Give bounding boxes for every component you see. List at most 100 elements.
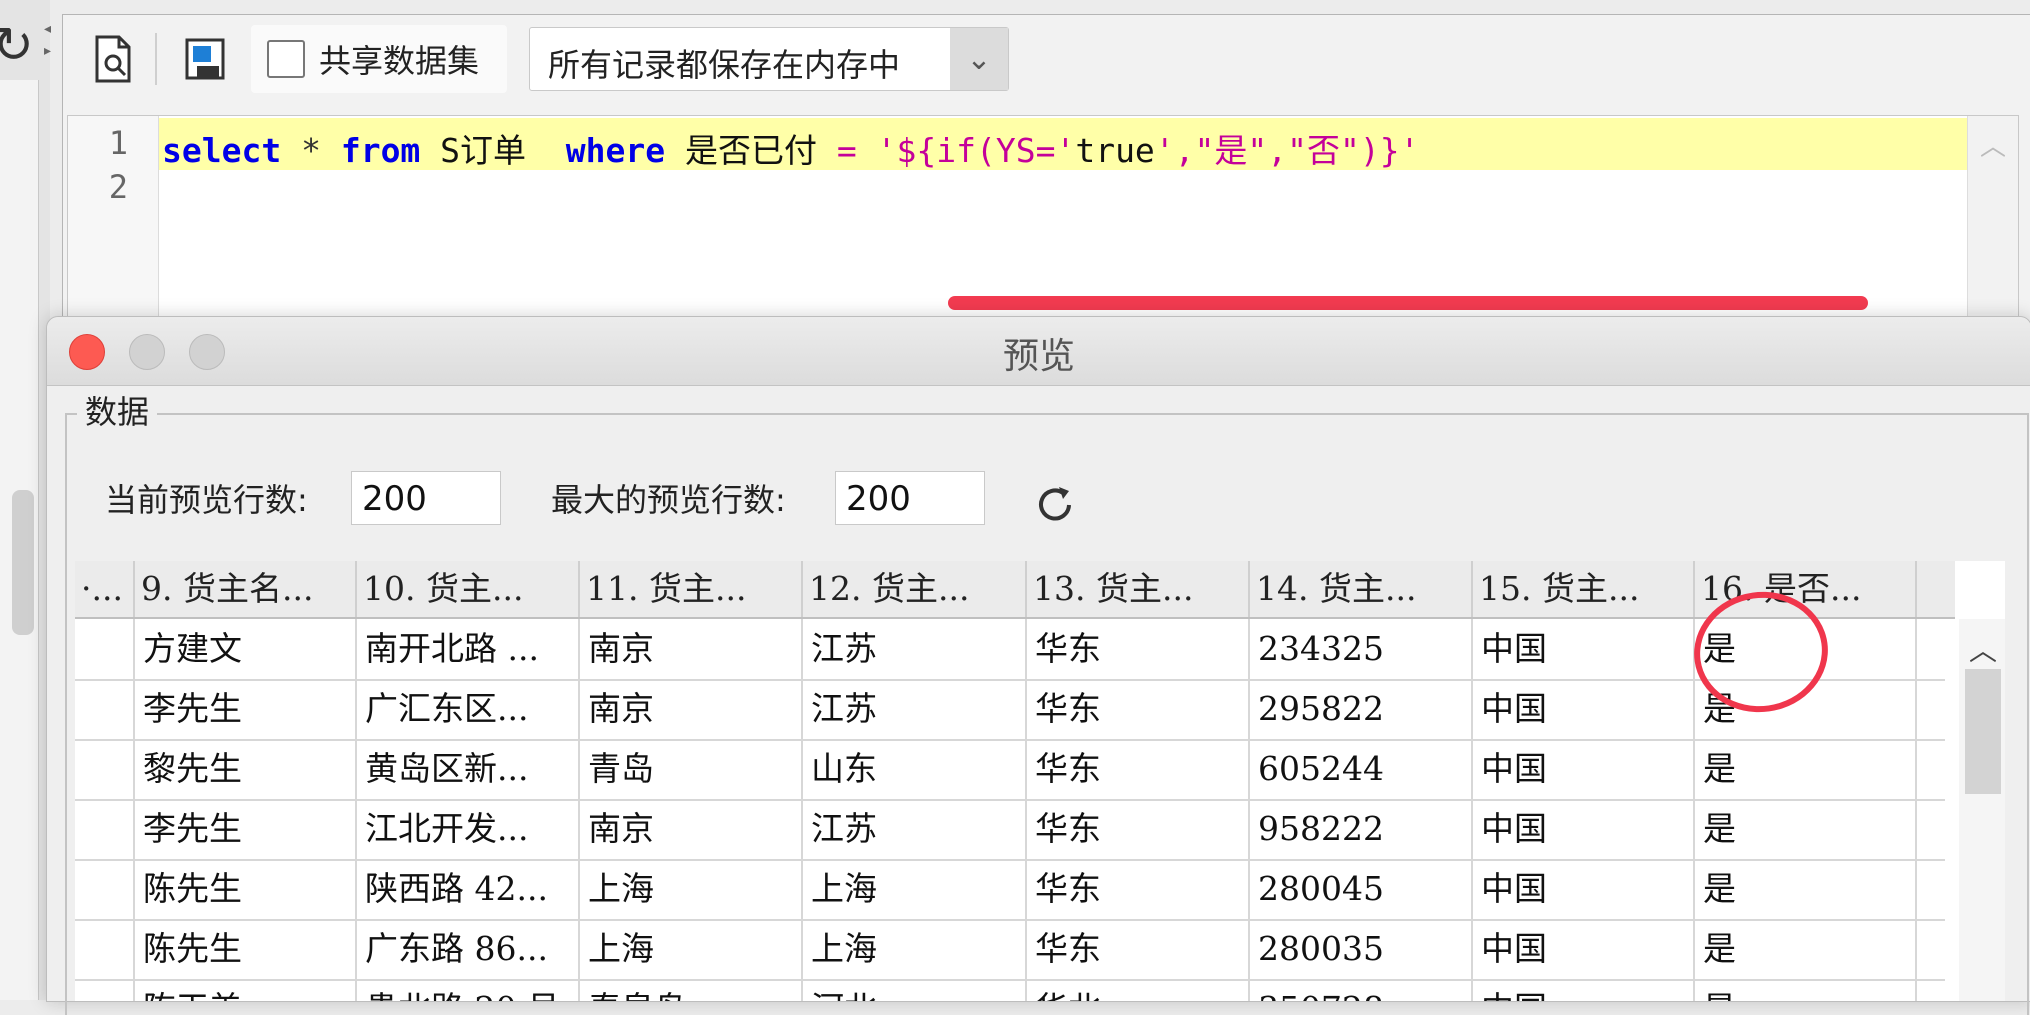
- table-cell[interactable]: 陈先生: [135, 919, 357, 979]
- left-scrollbar-thumb[interactable]: [12, 490, 34, 635]
- table-cell[interactable]: 江北开发...: [357, 799, 580, 859]
- table-cell[interactable]: 中国: [1473, 859, 1695, 919]
- column-header[interactable]: 14. 货主...: [1250, 561, 1473, 617]
- table-cell[interactable]: 华东: [1027, 679, 1250, 739]
- table-cell[interactable]: 280035: [1250, 919, 1473, 979]
- table-cell[interactable]: 陈先生: [135, 859, 357, 919]
- table-cell[interactable]: 958222: [1250, 799, 1473, 859]
- share-dataset-checkbox[interactable]: [267, 40, 305, 78]
- table-cell[interactable]: 234325: [1250, 619, 1473, 679]
- column-header[interactable]: 11. 货主...: [580, 561, 803, 617]
- max-rows-label: 最大的预览行数:: [551, 481, 786, 519]
- table-cell[interactable]: 南京: [580, 679, 803, 739]
- share-dataset-toggle[interactable]: 共享数据集: [251, 25, 507, 93]
- chevron-down-icon[interactable]: ⌄: [950, 28, 1008, 90]
- table-cell[interactable]: [75, 619, 135, 679]
- table-cell[interactable]: 方建文: [135, 619, 357, 679]
- table-cell[interactable]: [75, 979, 135, 1001]
- refresh-preview-button[interactable]: [1025, 475, 1085, 535]
- table-cell[interactable]: 中国: [1473, 739, 1695, 799]
- preview-button[interactable]: [83, 29, 143, 89]
- preview-titlebar[interactable]: 预览: [47, 317, 2030, 386]
- toolbar-separator: [155, 33, 157, 85]
- table-cell[interactable]: 中国: [1473, 679, 1695, 739]
- table-scrollbar-thumb[interactable]: [1965, 669, 2001, 794]
- table-cell[interactable]: 广东路 86...: [357, 919, 580, 979]
- table-cell[interactable]: 是: [1695, 979, 1917, 1001]
- column-header[interactable]: 15. 货主...: [1473, 561, 1695, 617]
- chevron-up-icon[interactable]: ︿: [1980, 126, 2006, 163]
- sql-line-1[interactable]: select * from S订单 where 是否已付 = '${if(YS=…: [162, 124, 1420, 172]
- column-header[interactable]: 12. 货主...: [803, 561, 1027, 617]
- table-cell[interactable]: 上海: [580, 859, 803, 919]
- storage-mode-select[interactable]: 所有记录都保存在内存中 ⌄: [529, 27, 1009, 91]
- table-row[interactable]: 方建文 南开北路 ... 南京 江苏 华东 234325 中国是: [75, 619, 1945, 681]
- table-cell[interactable]: 陕西路 42...: [357, 859, 580, 919]
- table-cell[interactable]: 华东: [1027, 739, 1250, 799]
- column-header[interactable]: ·...: [75, 561, 135, 617]
- table-cell[interactable]: 江苏: [803, 679, 1027, 739]
- table-cell[interactable]: 中国: [1473, 619, 1695, 679]
- table-row[interactable]: 李先生 江北开发... 南京 江苏 华东 958222 中国是: [75, 799, 1945, 861]
- table-row[interactable]: 黎先生 黄岛区新... 青岛 山东 华东 605244 中国是: [75, 739, 1945, 801]
- refresh-icon[interactable]: ↻: [0, 20, 34, 70]
- table-cell[interactable]: 华东: [1027, 919, 1250, 979]
- table-cell[interactable]: 中国: [1473, 919, 1695, 979]
- table-cell[interactable]: 华东: [1027, 619, 1250, 679]
- table-scrollbar[interactable]: ︿: [1959, 619, 2005, 1001]
- table-cell[interactable]: 秦皇岛: [580, 979, 803, 1001]
- column-header[interactable]: 10. 货主...: [357, 561, 580, 617]
- table-cell[interactable]: 上海: [803, 919, 1027, 979]
- table-cell[interactable]: 是: [1695, 919, 1917, 979]
- table-cell[interactable]: 华东: [1027, 859, 1250, 919]
- table-cell[interactable]: 江苏: [803, 799, 1027, 859]
- table-cell[interactable]: [75, 919, 135, 979]
- table-cell[interactable]: 华北: [1027, 979, 1250, 1001]
- chevron-up-icon[interactable]: ︿: [1969, 629, 1997, 669]
- table-cell[interactable]: 上海: [580, 919, 803, 979]
- table-row[interactable]: 陈玉美贵北路 20 号秦皇岛河北华北350728中国是: [75, 979, 1945, 1001]
- table-row[interactable]: 李先生 广汇东区... 南京 江苏 华东 295822 中国是: [75, 679, 1945, 741]
- table-cell[interactable]: 李先生: [135, 679, 357, 739]
- table-row[interactable]: 陈先生 陕西路 42... 上海 上海 华东 280045 中国是: [75, 859, 1945, 921]
- current-rows-input[interactable]: 200: [351, 471, 501, 525]
- table-cell[interactable]: 是: [1695, 859, 1917, 919]
- table-cell[interactable]: 上海: [803, 859, 1027, 919]
- table-cell[interactable]: 280045: [1250, 859, 1473, 919]
- column-header[interactable]: 9. 货主名...: [135, 561, 357, 617]
- table-cell[interactable]: 是: [1695, 739, 1917, 799]
- table-cell[interactable]: 南京: [580, 799, 803, 859]
- table-cell[interactable]: 南京: [580, 619, 803, 679]
- left-strip: ↻: [0, 0, 50, 1000]
- table-cell[interactable]: 河北: [803, 979, 1027, 1001]
- table-cell[interactable]: 华东: [1027, 799, 1250, 859]
- table-cell[interactable]: 南开北路 ...: [357, 619, 580, 679]
- table-cell[interactable]: 350728: [1250, 979, 1473, 1001]
- table-cell[interactable]: [75, 799, 135, 859]
- table-cell[interactable]: 山东: [803, 739, 1027, 799]
- sql-string: ',"是","否")}': [1154, 131, 1420, 170]
- table-cell[interactable]: 605244: [1250, 739, 1473, 799]
- max-rows-input[interactable]: 200: [835, 471, 985, 525]
- sql-string: '${if(YS=': [876, 131, 1076, 170]
- table-cell[interactable]: 295822: [1250, 679, 1473, 739]
- table-cell[interactable]: [75, 679, 135, 739]
- table-cell[interactable]: [75, 739, 135, 799]
- save-button[interactable]: [175, 29, 235, 89]
- sql-keyword: select: [162, 131, 282, 170]
- table-cell[interactable]: 陈玉美: [135, 979, 357, 1001]
- table-cell[interactable]: 黄岛区新...: [357, 739, 580, 799]
- table-cell[interactable]: 贵北路 20 号: [357, 979, 580, 1001]
- table-cell[interactable]: 青岛: [580, 739, 803, 799]
- table-cell[interactable]: 中国: [1473, 799, 1695, 859]
- table-cell[interactable]: [75, 859, 135, 919]
- table-cell[interactable]: 广汇东区...: [357, 679, 580, 739]
- table-cell[interactable]: 中国: [1473, 979, 1695, 1001]
- table-cell[interactable]: 李先生: [135, 799, 357, 859]
- column-header[interactable]: 13. 货主...: [1027, 561, 1250, 617]
- table-cell[interactable]: 是: [1695, 799, 1917, 859]
- table-cell[interactable]: 江苏: [803, 619, 1027, 679]
- collapse-arrows-icon[interactable]: ◂ ▸: [44, 18, 56, 62]
- table-row[interactable]: 陈先生 广东路 86... 上海 上海 华东 280035 中国是: [75, 919, 1945, 981]
- table-cell[interactable]: 黎先生: [135, 739, 357, 799]
